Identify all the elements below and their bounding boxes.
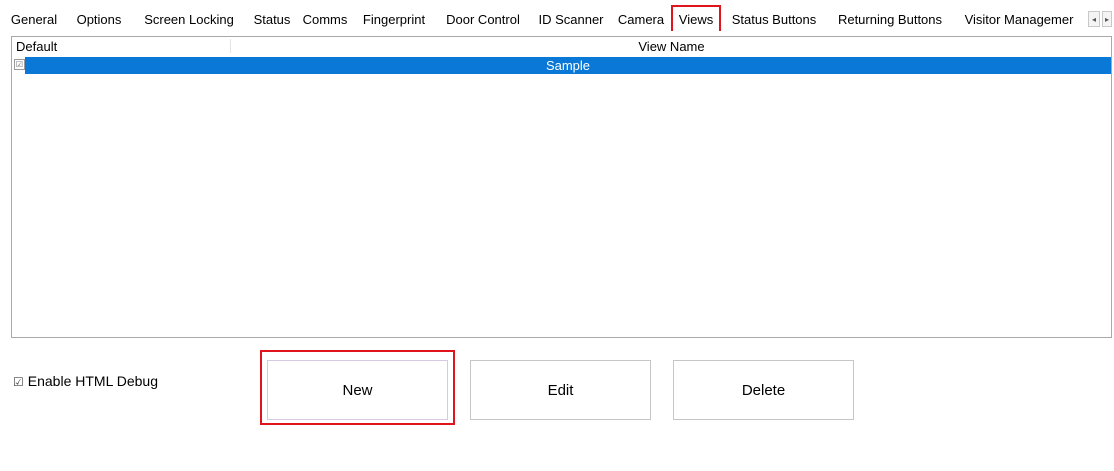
chevron-left-icon: ◂ — [1091, 14, 1096, 24]
edit-button[interactable]: Edit — [470, 360, 651, 420]
settings-tab-strip: General Options Screen Locking Status Co… — [0, 0, 1114, 36]
tab-id-scanner[interactable]: ID Scanner — [531, 9, 611, 31]
column-header-view-name[interactable]: View Name — [232, 39, 1111, 54]
views-settings-page: General Options Screen Locking Status Co… — [0, 0, 1114, 471]
tab-visitor-management[interactable]: Visitor Managemer — [954, 9, 1084, 31]
column-divider[interactable] — [230, 39, 231, 53]
enable-html-debug-checkbox[interactable]: ☑ Enable HTML Debug — [13, 373, 158, 389]
tab-comms[interactable]: Comms — [298, 9, 352, 31]
tab-views[interactable]: Views — [671, 5, 721, 31]
tab-status-buttons[interactable]: Status Buttons — [722, 9, 826, 31]
column-header-default[interactable]: Default — [16, 39, 57, 54]
views-list-header: Default View Name — [12, 37, 1111, 56]
tab-returning-buttons[interactable]: Returning Buttons — [828, 9, 952, 31]
view-name-cell[interactable]: Sample — [25, 57, 1111, 74]
new-button[interactable]: New — [267, 360, 448, 420]
table-row[interactable]: ☑ Sample — [12, 56, 1111, 75]
tab-fingerprint[interactable]: Fingerprint — [353, 9, 435, 31]
enable-html-debug-label: Enable HTML Debug — [27, 373, 158, 389]
tab-options[interactable]: Options — [67, 9, 131, 31]
default-checkbox[interactable]: ☑ — [14, 59, 25, 70]
tab-status[interactable]: Status — [248, 9, 296, 31]
tab-general[interactable]: General — [2, 9, 66, 31]
tab-scroll-left-button[interactable]: ◂ — [1088, 11, 1100, 27]
tab-scroll-right-button[interactable]: ▸ — [1102, 11, 1112, 27]
checkbox-checked-icon[interactable]: ☑ — [13, 375, 24, 389]
chevron-right-icon: ▸ — [1104, 14, 1109, 24]
tab-door-control[interactable]: Door Control — [437, 9, 529, 31]
tab-camera[interactable]: Camera — [612, 9, 670, 31]
tab-screen-locking[interactable]: Screen Locking — [133, 9, 245, 31]
views-list[interactable]: Default View Name ☑ Sample — [11, 36, 1112, 338]
delete-button[interactable]: Delete — [673, 360, 854, 420]
